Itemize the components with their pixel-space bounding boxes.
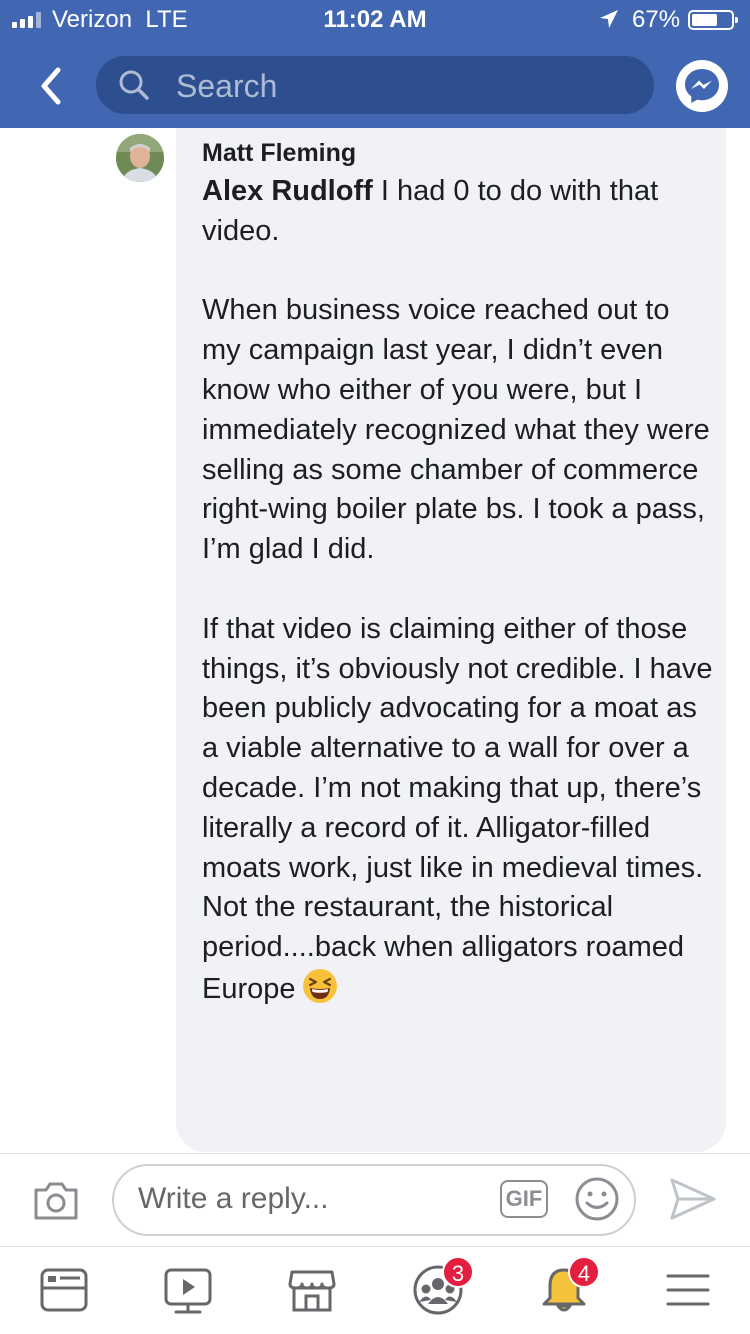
comment-paragraph-1: Alex Rudloff I had 0 to do with that vid…: [202, 172, 714, 252]
grinning-squinting-face-emoji: [302, 968, 337, 1003]
comment-paragraph-2: When business voice reached out to my ca…: [202, 294, 710, 566]
news-feed-icon: [40, 1268, 88, 1312]
comment-body: Alex Rudloff I had 0 to do with that vid…: [202, 172, 714, 1010]
gif-button[interactable]: GIF: [500, 1180, 548, 1218]
avatar[interactable]: [116, 134, 164, 182]
search-bar[interactable]: Search: [96, 56, 654, 114]
top-header: Verizon LTE 11:02 AM 67% Search: [0, 0, 750, 128]
battery-percentage: 67%: [632, 6, 681, 33]
nav-menu[interactable]: [660, 1262, 716, 1318]
back-button[interactable]: [34, 64, 74, 108]
divider: [0, 1246, 750, 1247]
sticker-button[interactable]: [574, 1176, 620, 1227]
messenger-button[interactable]: [676, 60, 728, 112]
nav-watch[interactable]: [160, 1262, 216, 1318]
reply-placeholder: Write a reply...: [138, 1182, 329, 1215]
menu-icon: [666, 1274, 710, 1306]
smiley-icon: [575, 1177, 619, 1221]
comment-paragraph-3-text: If that video is claiming either of thos…: [202, 612, 713, 1005]
nav-news-feed[interactable]: [36, 1262, 92, 1318]
search-icon: [118, 69, 150, 106]
marketplace-icon: [288, 1270, 336, 1312]
notifications-badge: 4: [568, 1256, 600, 1288]
profile-photo: [116, 134, 164, 182]
status-bar: Verizon LTE 11:02 AM 67%: [0, 0, 750, 40]
battery-nub: [735, 17, 738, 23]
battery-fill: [692, 14, 717, 26]
send-button[interactable]: [668, 1176, 718, 1227]
chevron-left-icon: [41, 67, 61, 105]
camera-icon: [34, 1182, 78, 1220]
messenger-icon: [685, 69, 719, 103]
location-arrow-icon: [598, 8, 620, 37]
watch-video-icon: [164, 1268, 212, 1314]
send-icon: [670, 1178, 716, 1220]
mention-link[interactable]: Alex Rudloff: [202, 175, 373, 207]
reply-input[interactable]: Write a reply...: [112, 1164, 636, 1236]
battery-icon: [688, 10, 738, 30]
search-placeholder: Search: [176, 68, 278, 104]
divider: [0, 1153, 750, 1154]
camera-button[interactable]: [32, 1178, 80, 1227]
groups-badge: 3: [442, 1256, 474, 1288]
comment-author[interactable]: Matt Fleming: [202, 139, 356, 168]
comment-paragraph-3: If that video is claiming either of thos…: [202, 610, 714, 1010]
nav-marketplace[interactable]: [284, 1262, 340, 1318]
